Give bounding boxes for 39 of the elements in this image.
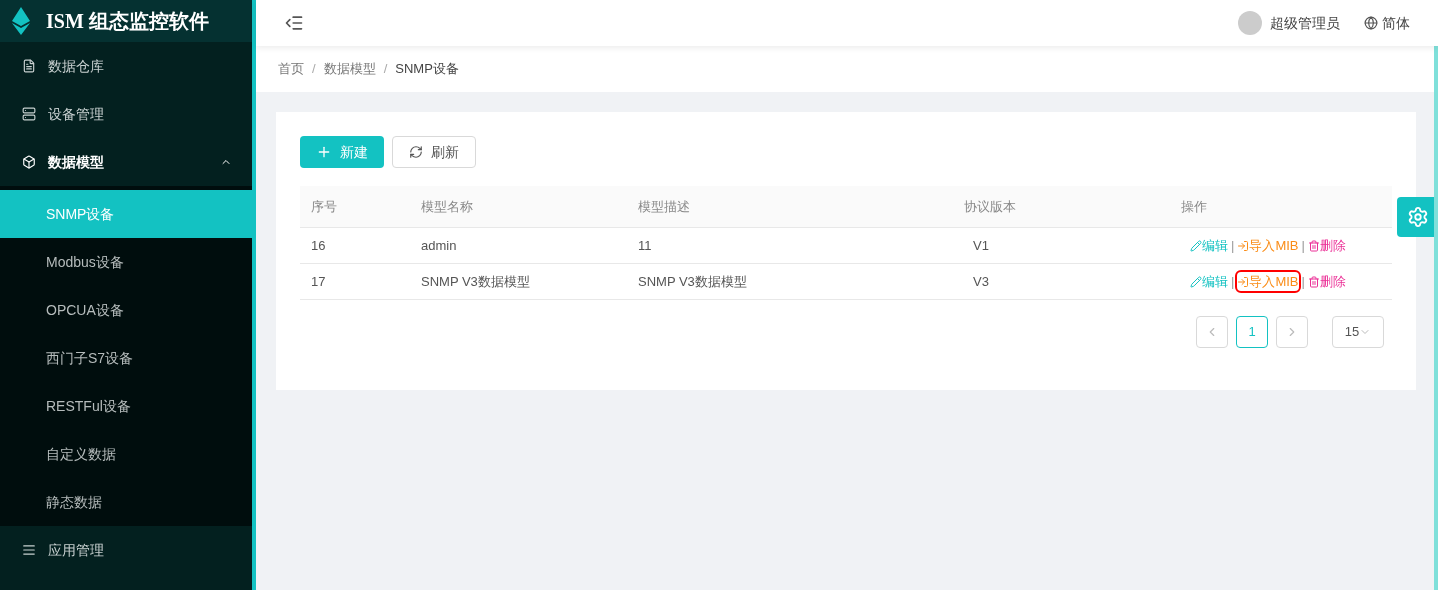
table-cell-text: 11 — [637, 236, 653, 255]
column-header: 操作 — [1180, 197, 1208, 216]
submenu-item[interactable]: 静态数据 — [0, 478, 252, 526]
user-name[interactable]: 超级管理员 — [1270, 13, 1340, 33]
action-separator: | — [1231, 236, 1235, 255]
page-size-select[interactable]: 15 — [1332, 316, 1384, 348]
submenu-item[interactable]: Modbus设备 — [0, 238, 252, 286]
breadcrumb-separator: / — [383, 60, 388, 79]
delete-link[interactable]: 删除 — [1307, 271, 1346, 292]
refresh-button[interactable]: 刷新 — [392, 136, 476, 168]
submenu-item[interactable]: OPCUA设备 — [0, 286, 252, 334]
column-header: 模型名称 — [420, 197, 474, 216]
submenu-item[interactable]: RESTFul设备 — [0, 382, 252, 430]
column-header: 协议版本 — [963, 197, 1017, 216]
app-title: ISM 组态监控软件 — [46, 9, 209, 34]
column-header: 模型描述 — [637, 197, 691, 216]
sidebar-item[interactable]: 设备管理 — [0, 90, 252, 138]
table-cell-text: 17 — [310, 272, 327, 291]
sidebar-item[interactable]: 数据模型 — [0, 138, 252, 186]
sidebar-item[interactable]: 数据仓库 — [0, 42, 252, 90]
table-cell-text: admin — [420, 236, 458, 255]
breadcrumb-separator: / — [312, 60, 316, 79]
language-button[interactable]: 简体 — [1364, 13, 1410, 33]
submenu-item[interactable]: 西门子S7设备 — [0, 334, 252, 382]
breadcrumb-item[interactable]: 首页 — [278, 59, 304, 79]
table-cell-text: SNMP V3数据模型 — [637, 272, 748, 291]
action-separator: | — [1231, 272, 1235, 291]
delete-link[interactable]: 删除 — [1307, 235, 1346, 256]
breadcrumb-item[interactable]: 数据模型 — [323, 59, 376, 79]
column-header: 序号 — [310, 197, 338, 216]
table-cell-text: V1 — [972, 236, 990, 255]
breadcrumb-item: SNMP设备 — [395, 60, 459, 79]
action-separator: | — [1301, 272, 1305, 291]
sidebar-item[interactable]: 应用管理 — [0, 526, 252, 574]
table-cell-text: SNMP V3数据模型 — [420, 272, 531, 291]
action-separator: | — [1301, 236, 1305, 255]
table-cell-text: 16 — [310, 236, 327, 255]
table-cell-text: V3 — [972, 272, 990, 291]
submenu-item[interactable]: 自定义数据 — [0, 430, 252, 478]
